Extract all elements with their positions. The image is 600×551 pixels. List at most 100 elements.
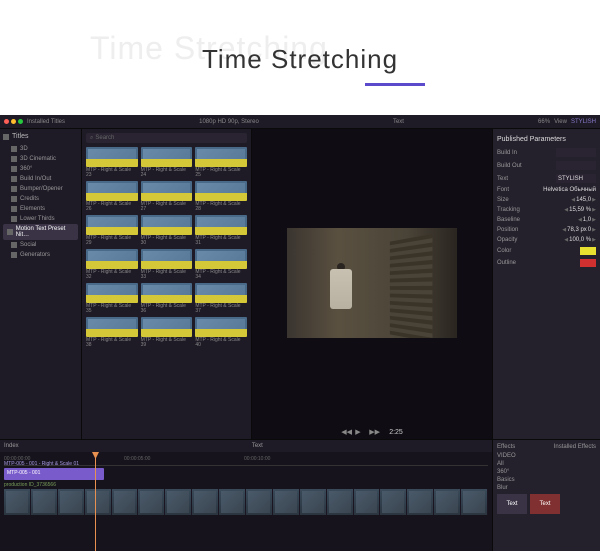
preset-thumb[interactable]: MTP - Right & Scale 31 (195, 215, 247, 246)
effect-category[interactable]: Basics (497, 476, 596, 484)
thumb-label: MTP - Right & Scale 32 (86, 270, 138, 280)
preset-thumb[interactable]: MTP - Right & Scale 30 (141, 215, 193, 246)
zoom-level[interactable]: 66% (538, 119, 550, 125)
sidebar-item-4[interactable]: Bumper/Opener (3, 184, 78, 194)
step-down-icon[interactable]: ◀ (564, 207, 568, 213)
effect-category[interactable]: All (497, 460, 596, 468)
sidebar-item-8[interactable]: Motion Text Preset Nit… (3, 224, 78, 240)
effect-category[interactable]: Blur (497, 484, 596, 492)
search-input[interactable]: ⌕ Search (86, 133, 247, 143)
param-value[interactable]: 78,3 px (567, 227, 587, 233)
outline-swatch[interactable] (580, 259, 596, 267)
color-row[interactable]: Color (497, 245, 596, 257)
effect-category[interactable]: VIDEO (497, 452, 596, 460)
preset-thumb[interactable]: MTP - Right & Scale 35 (86, 283, 138, 314)
step-up-icon[interactable]: ▶ (592, 227, 596, 233)
param-value[interactable]: 15,59 % (569, 207, 591, 213)
effect-category[interactable]: 360° (497, 468, 596, 476)
param-value[interactable]: 100,0 % (569, 237, 591, 243)
minimize-icon[interactable] (11, 119, 16, 124)
thumb-label: MTP - Right & Scale 28 (195, 202, 247, 212)
preset-thumb[interactable]: MTP - Right & Scale 32 (86, 249, 138, 280)
preset-thumb[interactable]: MTP - Right & Scale 27 (141, 181, 193, 212)
preset-thumb[interactable]: MTP - Right & Scale 34 (195, 249, 247, 280)
effect-thumb[interactable]: Text (530, 494, 560, 514)
viewer-canvas[interactable] (252, 141, 492, 425)
param-value[interactable] (556, 161, 596, 170)
playhead[interactable] (95, 452, 96, 551)
font-style[interactable]: Обычный (569, 187, 596, 193)
param-row[interactable]: Build Out (497, 159, 596, 172)
step-down-icon[interactable]: ◀ (562, 227, 566, 233)
param-row[interactable]: Baseline◀1,0▶ (497, 215, 596, 225)
sidebar-item-label: Lower Thirds (20, 216, 55, 222)
step-up-icon[interactable]: ▶ (592, 237, 596, 243)
font-row[interactable]: Font Helvetica Обычный (497, 185, 596, 195)
next-icon[interactable]: ▶▶ (369, 428, 377, 436)
preset-thumb[interactable]: MTP - Right & Scale 37 (195, 283, 247, 314)
param-row[interactable]: Opacity◀100,0 %▶ (497, 235, 596, 245)
step-up-icon[interactable]: ▶ (592, 207, 596, 213)
view-menu[interactable]: View (554, 119, 567, 125)
sidebar-item-6[interactable]: Elements (3, 204, 78, 214)
thumb-image (195, 283, 247, 303)
sidebar-item-2[interactable]: 360° (3, 164, 78, 174)
preset-thumb[interactable]: MTP - Right & Scale 26 (86, 181, 138, 212)
sidebar-item-7[interactable]: Lower Thirds (3, 214, 78, 224)
param-row[interactable]: Build In (497, 146, 596, 159)
outline-row[interactable]: Outline (497, 257, 596, 269)
param-value[interactable]: 145,0 (576, 197, 591, 203)
inspector-panel: Published Parameters Build InBuild OutTe… (492, 129, 600, 439)
step-down-icon[interactable]: ◀ (578, 217, 582, 223)
step-up-icon[interactable]: ▶ (592, 217, 596, 223)
param-row[interactable]: TextSTYLISH (497, 172, 596, 185)
viewer-panel: ◀◀ ▶ ▶▶ 2:25 (252, 129, 492, 439)
param-value[interactable]: 1,0 (583, 217, 591, 223)
prev-icon[interactable]: ◀◀ (341, 428, 349, 436)
window-controls[interactable] (4, 119, 23, 124)
param-value[interactable] (556, 148, 596, 157)
color-swatch[interactable] (580, 247, 596, 255)
effect-thumb[interactable]: Text (497, 494, 527, 514)
sidebar-item-0[interactable]: 3D (3, 144, 78, 154)
step-down-icon[interactable]: ◀ (571, 197, 575, 203)
preset-thumb[interactable]: MTP - Right & Scale 33 (141, 249, 193, 280)
category-icon (11, 186, 17, 192)
preset-thumb[interactable]: MTP - Right & Scale 23 (86, 147, 138, 178)
sidebar-item-9[interactable]: Social (3, 240, 78, 250)
category-icon (11, 252, 17, 258)
preset-thumb[interactable]: MTP - Right & Scale 28 (195, 181, 247, 212)
param-row[interactable]: Position◀78,3 px 0▶ (497, 225, 596, 235)
index-button[interactable]: Index (4, 443, 19, 449)
sidebar-item-10[interactable]: Generators (3, 250, 78, 260)
project-name[interactable]: STYLISH (571, 119, 596, 125)
play-icon[interactable]: ▶ (355, 428, 363, 436)
maximize-icon[interactable] (18, 119, 23, 124)
preset-thumb[interactable]: MTP - Right & Scale 24 (141, 147, 193, 178)
preset-thumb[interactable]: MTP - Right & Scale 38 (86, 317, 138, 348)
preset-thumb[interactable]: MTP - Right & Scale 36 (141, 283, 193, 314)
thumb-label: MTP - Right & Scale 24 (141, 168, 193, 178)
preset-thumb[interactable]: MTP - Right & Scale 29 (86, 215, 138, 246)
clip-name[interactable]: Text (393, 119, 404, 125)
video-clip[interactable] (4, 489, 488, 515)
preset-thumb[interactable]: MTP - Right & Scale 40 (195, 317, 247, 348)
font-family[interactable]: Helvetica (543, 187, 568, 193)
sidebar-item-5[interactable]: Credits (3, 194, 78, 204)
preset-thumb[interactable]: MTP - Right & Scale 25 (195, 147, 247, 178)
sidebar-item-1[interactable]: 3D Cinematic (3, 154, 78, 164)
timeline-tracks[interactable]: 00:00:00:0000:00:05:0000:00:10:00 MTP-00… (0, 452, 492, 551)
step-down-icon[interactable]: ◀ (564, 237, 568, 243)
sidebar-item-3[interactable]: Build In/Out (3, 174, 78, 184)
param-value2[interactable]: 0 (588, 227, 591, 233)
step-up-icon[interactable]: ▶ (592, 197, 596, 203)
color-label: Color (497, 248, 511, 254)
close-icon[interactable] (4, 119, 9, 124)
title-clip[interactable]: MTP-005 - 001 - Right & Scale 01 MTP-005… (4, 468, 104, 480)
param-row[interactable]: Tracking◀15,59 %▶ (497, 205, 596, 215)
param-row[interactable]: Size◀145,0▶ (497, 195, 596, 205)
preset-thumb[interactable]: MTP - Right & Scale 39 (141, 317, 193, 348)
effects-filter[interactable]: Installed Effects (554, 444, 596, 450)
hero-underline (365, 83, 425, 86)
param-value[interactable]: STYLISH (556, 174, 596, 183)
